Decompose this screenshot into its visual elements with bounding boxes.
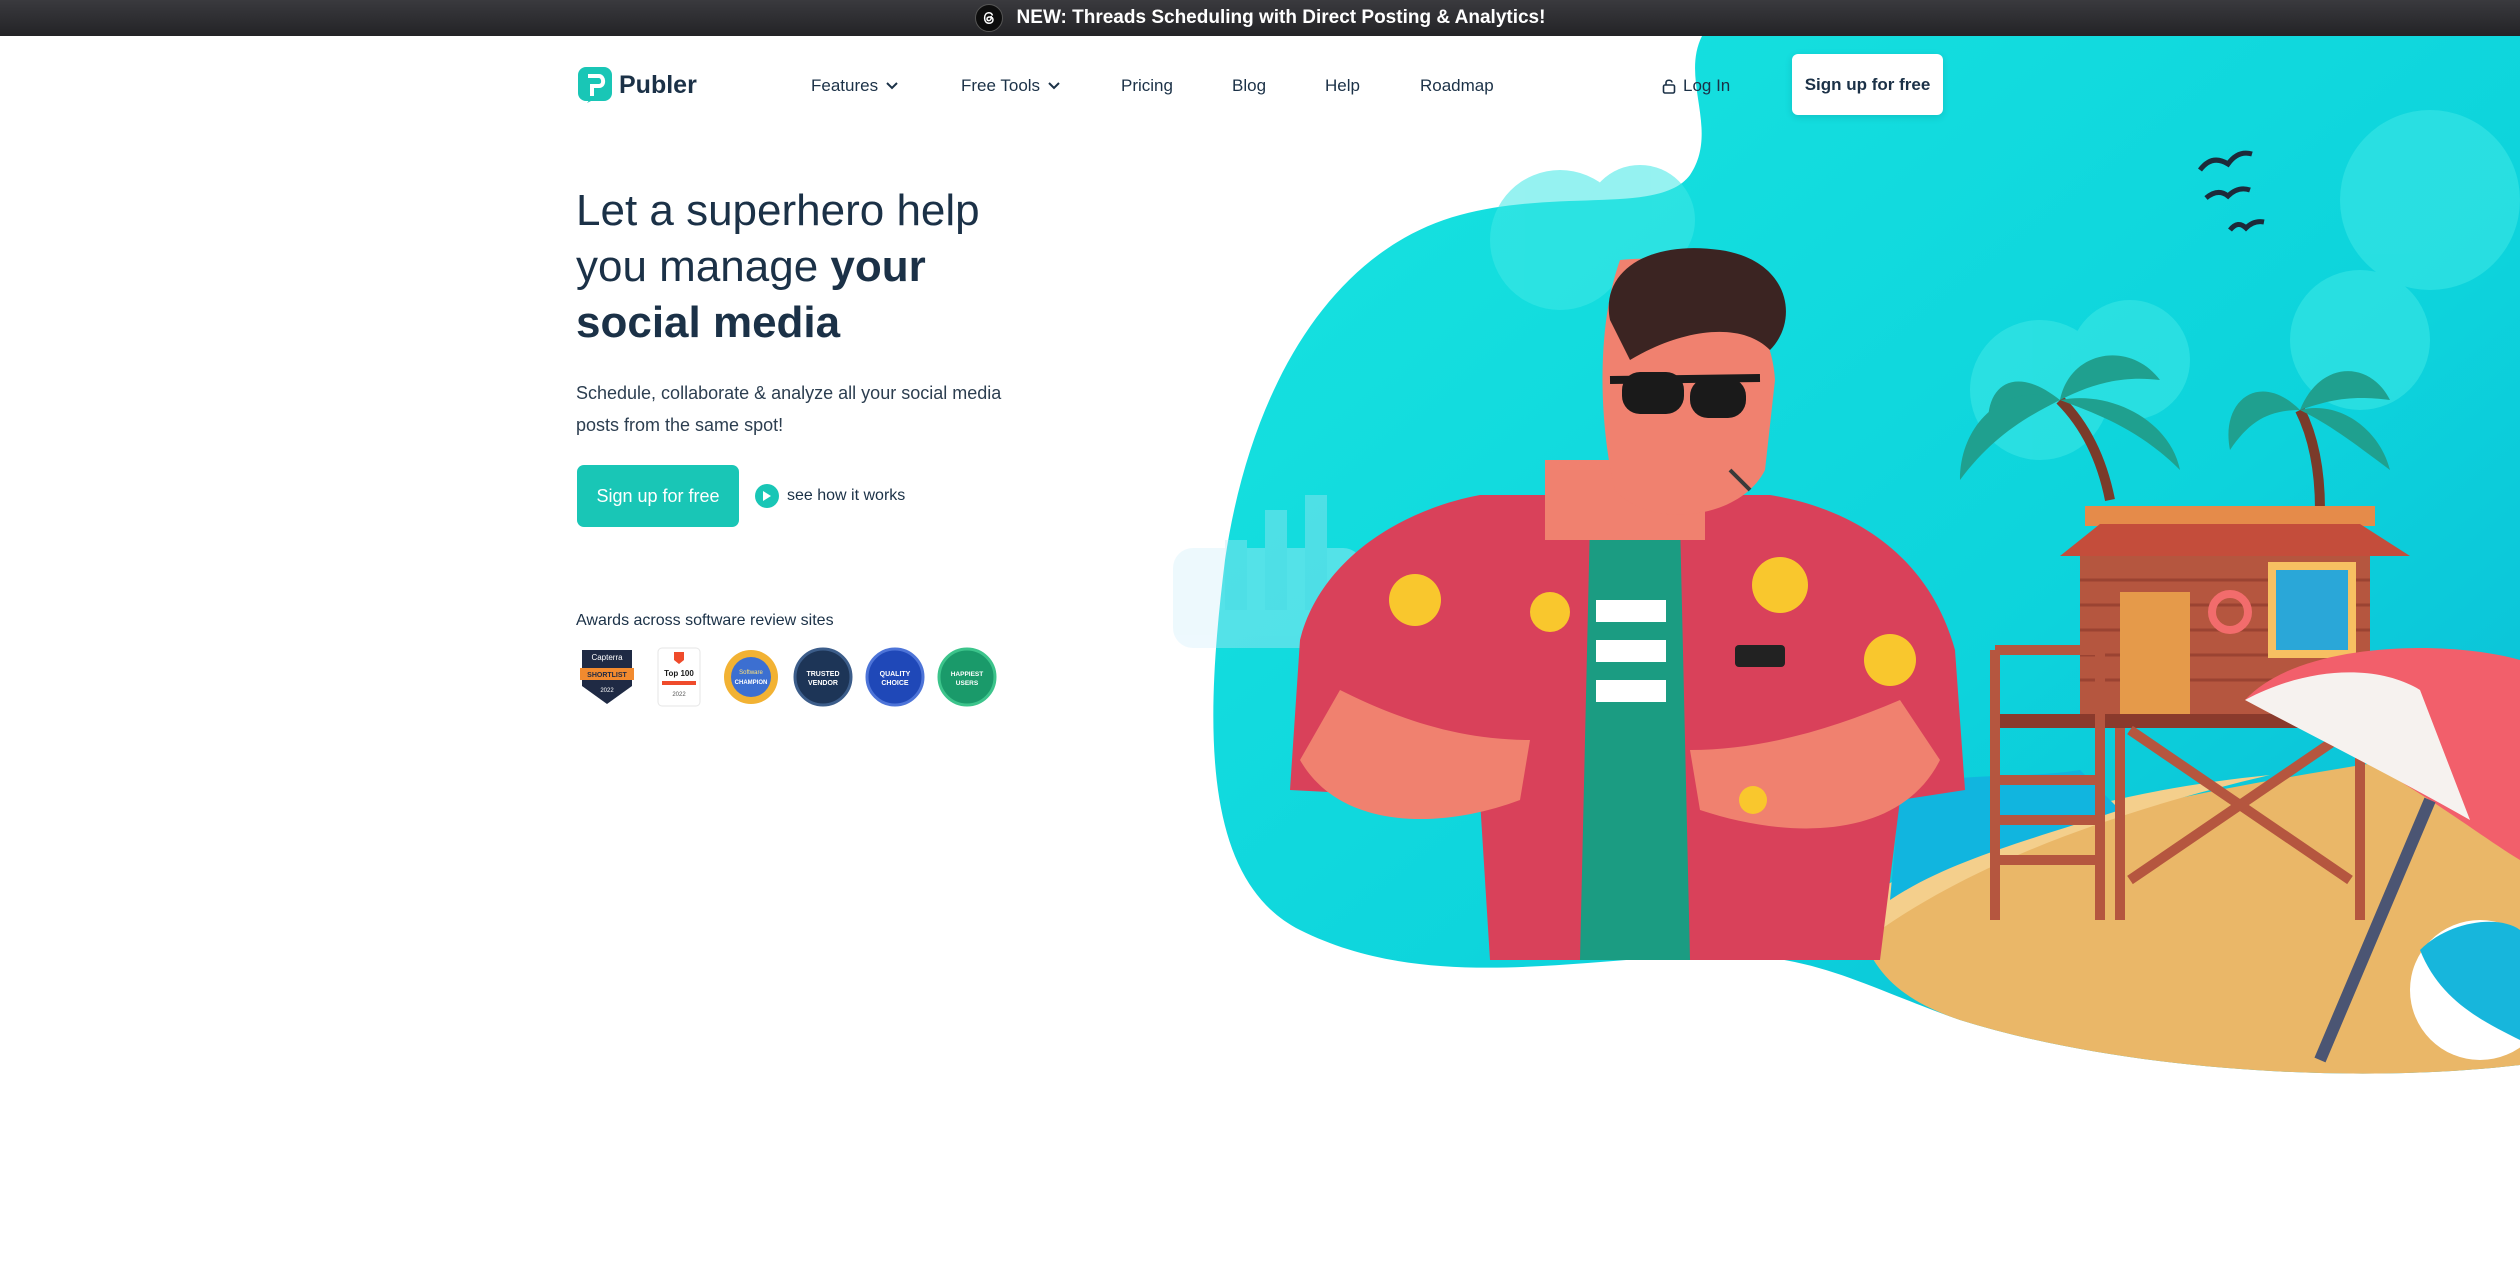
svg-text:VENDOR: VENDOR bbox=[808, 680, 838, 687]
threads-icon bbox=[974, 4, 1003, 32]
see-how-it-works-link[interactable]: see how it works bbox=[755, 484, 905, 508]
nav-free-tools[interactable]: Free Tools bbox=[961, 76, 1060, 96]
signup-hero-button[interactable]: Sign up for free bbox=[577, 465, 739, 527]
svg-text:Capterra: Capterra bbox=[591, 653, 623, 662]
svg-text:USERS: USERS bbox=[956, 680, 979, 687]
svg-text:CHOICE: CHOICE bbox=[881, 680, 909, 687]
publer-logo[interactable]: Publer bbox=[577, 66, 697, 104]
login-link[interactable]: Log In bbox=[1662, 76, 1730, 96]
publer-logo-icon bbox=[578, 67, 612, 103]
svg-text:CHAMPION: CHAMPION bbox=[735, 680, 768, 686]
nav-pricing[interactable]: Pricing bbox=[1121, 76, 1173, 96]
svg-text:TRUSTED: TRUSTED bbox=[806, 671, 839, 678]
svg-text:QUALITY: QUALITY bbox=[880, 671, 911, 678]
nav-features-label: Features bbox=[811, 76, 879, 95]
publer-logo-text: Publer bbox=[619, 70, 697, 99]
nav-features[interactable]: Features bbox=[811, 76, 898, 96]
awards-label: Awards across software review sites bbox=[576, 612, 834, 629]
g2-top100-badge: Top 100 2022 bbox=[648, 646, 710, 708]
svg-text:Top 100: Top 100 bbox=[664, 669, 694, 678]
see-how-it-works-label: see how it works bbox=[787, 487, 906, 504]
quality-choice-badge: QUALITY CHOICE bbox=[864, 646, 926, 708]
hero-subtext: Schedule, collaborate & analyze all your… bbox=[576, 383, 1002, 435]
nav-blog-label: Blog bbox=[1232, 76, 1267, 95]
svg-text:2022: 2022 bbox=[600, 688, 614, 694]
lock-icon bbox=[1662, 79, 1676, 94]
top-navigation: Publer Features Free Tools Pricing Blog … bbox=[0, 36, 2520, 136]
nav-blog[interactable]: Blog bbox=[1232, 76, 1266, 96]
software-suggest-champion-badge: Software CHAMPION bbox=[720, 646, 782, 708]
trusted-vendor-badge: TRUSTED VENDOR bbox=[792, 646, 854, 708]
announcement-bar[interactable]: NEW: Threads Scheduling with Direct Post… bbox=[0, 0, 2520, 36]
nav-free-tools-label: Free Tools bbox=[961, 76, 1041, 95]
hero-illustration bbox=[1173, 36, 2520, 1074]
svg-text:SHORTLIST: SHORTLIST bbox=[587, 672, 627, 679]
nav-help-label: Help bbox=[1325, 76, 1360, 95]
svg-text:HAPPIEST: HAPPIEST bbox=[951, 671, 984, 678]
nav-help[interactable]: Help bbox=[1325, 76, 1360, 96]
nav-roadmap[interactable]: Roadmap bbox=[1420, 76, 1494, 96]
play-icon bbox=[755, 484, 779, 508]
chevron-down-icon bbox=[886, 82, 898, 90]
award-badges: Capterra SHORTLIST 2022 Top 100 2022 Sof… bbox=[576, 646, 998, 708]
chevron-down-icon bbox=[1048, 82, 1060, 90]
nav-pricing-label: Pricing bbox=[1121, 76, 1173, 95]
capterra-shortlist-badge: Capterra SHORTLIST 2022 bbox=[576, 646, 638, 708]
hero-headline: Let a superhero help you manage your soc… bbox=[576, 183, 1046, 351]
svg-text:2022: 2022 bbox=[672, 692, 686, 698]
happiest-users-badge: HAPPIEST USERS bbox=[936, 646, 998, 708]
announcement-text: NEW: Threads Scheduling with Direct Post… bbox=[1016, 7, 1546, 28]
signup-header-button[interactable]: Sign up for free bbox=[1792, 54, 1943, 115]
login-label: Log In bbox=[1683, 76, 1731, 95]
nav-roadmap-label: Roadmap bbox=[1420, 76, 1494, 95]
svg-text:Software: Software bbox=[739, 670, 763, 676]
